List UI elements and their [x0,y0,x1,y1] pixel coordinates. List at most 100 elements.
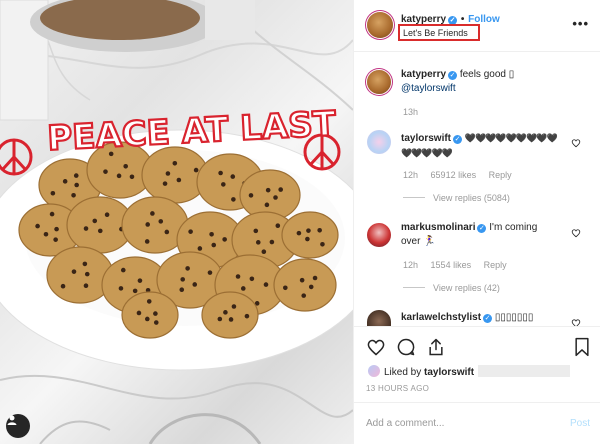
cookie [46,246,114,304]
chocolate-chip [296,230,302,236]
chocolate-chip [299,277,305,283]
chocolate-chip [164,229,170,235]
comment-text-continued: over 🏃‍♀️ [401,236,436,247]
chocolate-chip [35,223,40,229]
chocolate-chip [221,182,226,187]
cookie [273,258,337,312]
post-side-panel: katyperry ✓ • Follow Let's Be Friends •••… [353,0,600,444]
chocolate-chip [104,212,110,218]
comment-text: feels good ▯ [459,69,515,80]
chocolate-chip [165,171,171,176]
cookie [201,291,259,339]
chocolate-chip [83,283,89,289]
chocolate-chip [248,193,254,198]
add-comment-bar: Add a comment... Post [354,402,600,444]
mention-link[interactable]: @taylorswift [401,83,456,94]
chocolate-chip [217,316,223,322]
share-icon[interactable] [426,337,446,357]
replies-divider [403,287,425,288]
chocolate-chip [180,277,186,282]
post-photo[interactable]: PEACE AT LAST [0,0,353,444]
liked-by-user[interactable]: taylorswift [424,367,474,378]
chocolate-chip [211,242,217,248]
comment: karlawelchstylist ✓ ▯▯▯▯▯▯▯ [401,311,566,326]
plate-text: PEACE AT LAST [46,104,337,159]
chocolate-chip [162,181,168,186]
reply-button[interactable]: Reply [484,260,507,270]
chocolate-chip [265,187,271,193]
chocolate-chip [255,240,261,245]
view-replies-button[interactable]: View replies (5084) [403,193,510,203]
comment-time[interactable]: 12h [403,260,418,270]
chocolate-chip [207,270,213,275]
chocolate-chip [62,179,68,184]
chocolate-chip [278,187,283,192]
comment-time[interactable]: 12h [403,170,418,180]
reply-button[interactable]: Reply [489,170,512,180]
chocolate-chip [60,283,66,289]
comment-avatar[interactable] [367,310,391,326]
comment-input[interactable]: Add a comment... [366,418,444,429]
more-options-icon[interactable]: ••• [572,16,589,31]
view-replies-label: View replies (5084) [433,193,510,203]
chocolate-chip [273,195,278,200]
chocolate-chip [71,192,76,198]
comment-avatar[interactable] [367,130,391,154]
peace-sign-left [0,138,33,176]
chocolate-chip [92,218,98,224]
chocolate-chip [192,282,198,287]
caption-comment: katyperry ✓ feels good ▯ @taylorswift [401,68,571,96]
comment-meta: 12h 1554 likes Reply [403,260,517,270]
view-replies-button[interactable]: View replies (42) [403,283,500,293]
chocolate-chip [249,276,255,282]
chocolate-chip [73,173,79,178]
chocolate-chip [145,316,150,322]
post-header: katyperry ✓ • Follow Let's Be Friends ••• [354,0,600,52]
chocolate-chip [275,223,281,228]
chocolate-chip [218,170,223,176]
chocolate-chip [49,211,55,217]
heart-icon[interactable] [366,337,386,357]
comment-like-icon[interactable] [571,228,581,238]
comment-text: I'm coming [489,222,538,233]
comment-username[interactable]: katyperry [401,69,446,80]
author-avatar[interactable] [367,12,393,38]
comment-avatar[interactable] [367,70,391,94]
chocolate-chip [53,237,58,242]
comment-icon[interactable] [396,337,416,357]
chocolate-chip [137,278,143,283]
comment-like-icon[interactable] [571,138,581,148]
chocolate-chip [116,173,122,179]
chocolate-chip [74,182,79,188]
liked-by-prefix: Liked by [384,367,425,378]
comment-username[interactable]: taylorswift [401,133,451,144]
comment-time[interactable]: 13h [403,107,418,117]
post-actions: Liked by taylorswift [354,326,600,386]
chocolate-chip [158,219,164,224]
chocolate-chip [263,282,269,287]
user-tag-button[interactable] [6,414,30,438]
chocolate-chip [223,310,228,315]
comment-username[interactable]: markusmolinari [401,222,475,233]
comment-avatar[interactable] [367,223,391,247]
chocolate-chip [188,229,193,234]
verified-badge-icon: ✓ [483,314,493,323]
comment-username[interactable]: karlawelchstylist [401,312,481,323]
chocolate-chip [240,286,246,291]
chocolate-chip [71,269,77,274]
comment-likes[interactable]: 65912 likes [431,170,477,180]
chocolate-chip [209,231,214,237]
chocolate-chip [244,313,250,319]
user-tag-icon [7,415,17,425]
comment-likes[interactable]: 1554 likes [431,260,472,270]
verified-badge-icon: ✓ [453,135,463,144]
chocolate-chip [129,174,135,180]
bookmark-icon[interactable] [572,337,592,357]
chocolate-chip [185,266,190,271]
post-button[interactable]: Post [570,418,590,429]
chocolate-chip [231,197,236,202]
liked-by-avatar[interactable] [368,365,380,377]
post-timestamp[interactable]: 13 HOURS AGO [366,384,429,393]
comment-like-icon[interactable] [571,318,581,326]
view-replies-label: View replies (42) [433,283,500,293]
